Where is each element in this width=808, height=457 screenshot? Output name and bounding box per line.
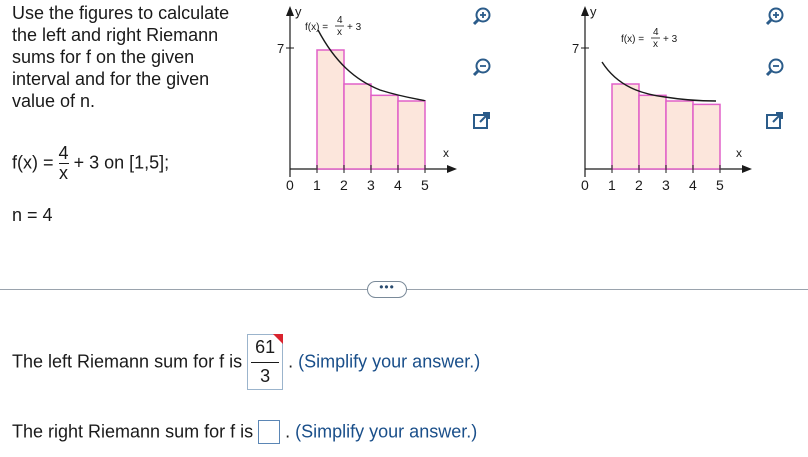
riemann-rectangle xyxy=(611,83,640,170)
x-tick-label: 4 xyxy=(394,177,402,193)
left-sum-line: The left Riemann sum for f is 61 3 . (Si… xyxy=(12,334,480,390)
x-tick-label: 4 xyxy=(689,177,697,193)
problem-prompt: Use the figures to calculate the left an… xyxy=(12,3,230,111)
riemann-rectangle xyxy=(397,100,426,170)
left-sum-answer-box[interactable]: 61 3 xyxy=(247,334,284,390)
popout-icon[interactable] xyxy=(762,107,788,133)
graph-formula-num: 4 xyxy=(337,15,343,26)
left-sum-denominator: 3 xyxy=(260,366,271,386)
right-sum-label: The right Riemann sum for f is xyxy=(12,421,254,442)
right-sum-answer-input[interactable] xyxy=(258,420,281,444)
riemann-rectangle xyxy=(665,100,694,170)
right-sum-line: The right Riemann sum for f is . (Simpli… xyxy=(12,420,477,444)
graph-formula-lhs: f(x) = xyxy=(621,34,644,45)
right-sum-hint: (Simplify your answer.) xyxy=(295,421,478,442)
function-definition: f(x) = 4 x + 3 on [1,5]; xyxy=(12,143,170,183)
zoom-out-icon[interactable] xyxy=(469,55,495,81)
y-axis-label: y xyxy=(590,4,597,19)
x-axis-label: x xyxy=(443,146,449,160)
x-tick-label: 5 xyxy=(716,177,724,193)
x-axis-label: x xyxy=(736,146,742,160)
riemann-rectangle xyxy=(370,94,399,170)
zoom-in-icon[interactable] xyxy=(762,4,788,30)
right-riemann-graph: 7 y x 0 1 2 3 4 5 f(x) = 4 x + 3 xyxy=(572,4,752,193)
x-tick-label: 0 xyxy=(286,177,294,193)
x-tick-label: 3 xyxy=(662,177,670,193)
left-rectangles xyxy=(316,49,426,170)
left-riemann-graph: 7 y x 0 1 2 3 4 5 f(x) = 4 x + 3 xyxy=(277,4,457,193)
answer-marker-icon xyxy=(273,334,284,344)
fraction-numerator: 4 xyxy=(58,143,69,163)
graph-formula-den: x xyxy=(653,39,658,50)
function-rest: + 3 on [1,5]; xyxy=(73,152,170,173)
left-sum-period: . xyxy=(288,351,294,372)
x-tick-label: 2 xyxy=(635,177,643,193)
y-axis-label: y xyxy=(295,4,302,19)
graph-formula-rest: + 3 xyxy=(663,34,678,45)
x-tick-label: 1 xyxy=(313,177,321,193)
x-tick-label: 2 xyxy=(340,177,348,193)
zoom-in-icon[interactable] xyxy=(469,4,495,30)
y-tick-7: 7 xyxy=(277,41,284,56)
riemann-rectangle xyxy=(316,49,345,170)
y-tick-7: 7 xyxy=(572,41,579,56)
x-tick-label: 0 xyxy=(581,177,589,193)
zoom-out-icon[interactable] xyxy=(762,55,788,81)
function-fraction: 4 x xyxy=(58,143,69,183)
popout-icon[interactable] xyxy=(469,107,495,133)
riemann-rectangle xyxy=(343,83,372,170)
x-tick-label: 1 xyxy=(608,177,616,193)
right-sum-period: . xyxy=(285,421,291,442)
graph-formula-lhs: f(x) = xyxy=(305,22,328,33)
more-button[interactable]: ••• xyxy=(367,281,407,298)
x-tick-label: 5 xyxy=(421,177,429,193)
graph-formula-rest: + 3 xyxy=(347,22,362,33)
left-sum-hint: (Simplify your answer.) xyxy=(298,351,481,372)
n-value: n = 4 xyxy=(12,205,53,225)
graph-formula-den: x xyxy=(337,27,342,38)
function-lhs: f(x) = xyxy=(12,152,54,173)
fraction-denominator: x xyxy=(59,163,69,183)
riemann-rectangle xyxy=(638,94,667,170)
riemann-rectangle xyxy=(692,103,721,170)
left-sum-label: The left Riemann sum for f is xyxy=(12,351,243,372)
graph-formula-num: 4 xyxy=(653,27,659,38)
x-tick-label: 3 xyxy=(367,177,375,193)
